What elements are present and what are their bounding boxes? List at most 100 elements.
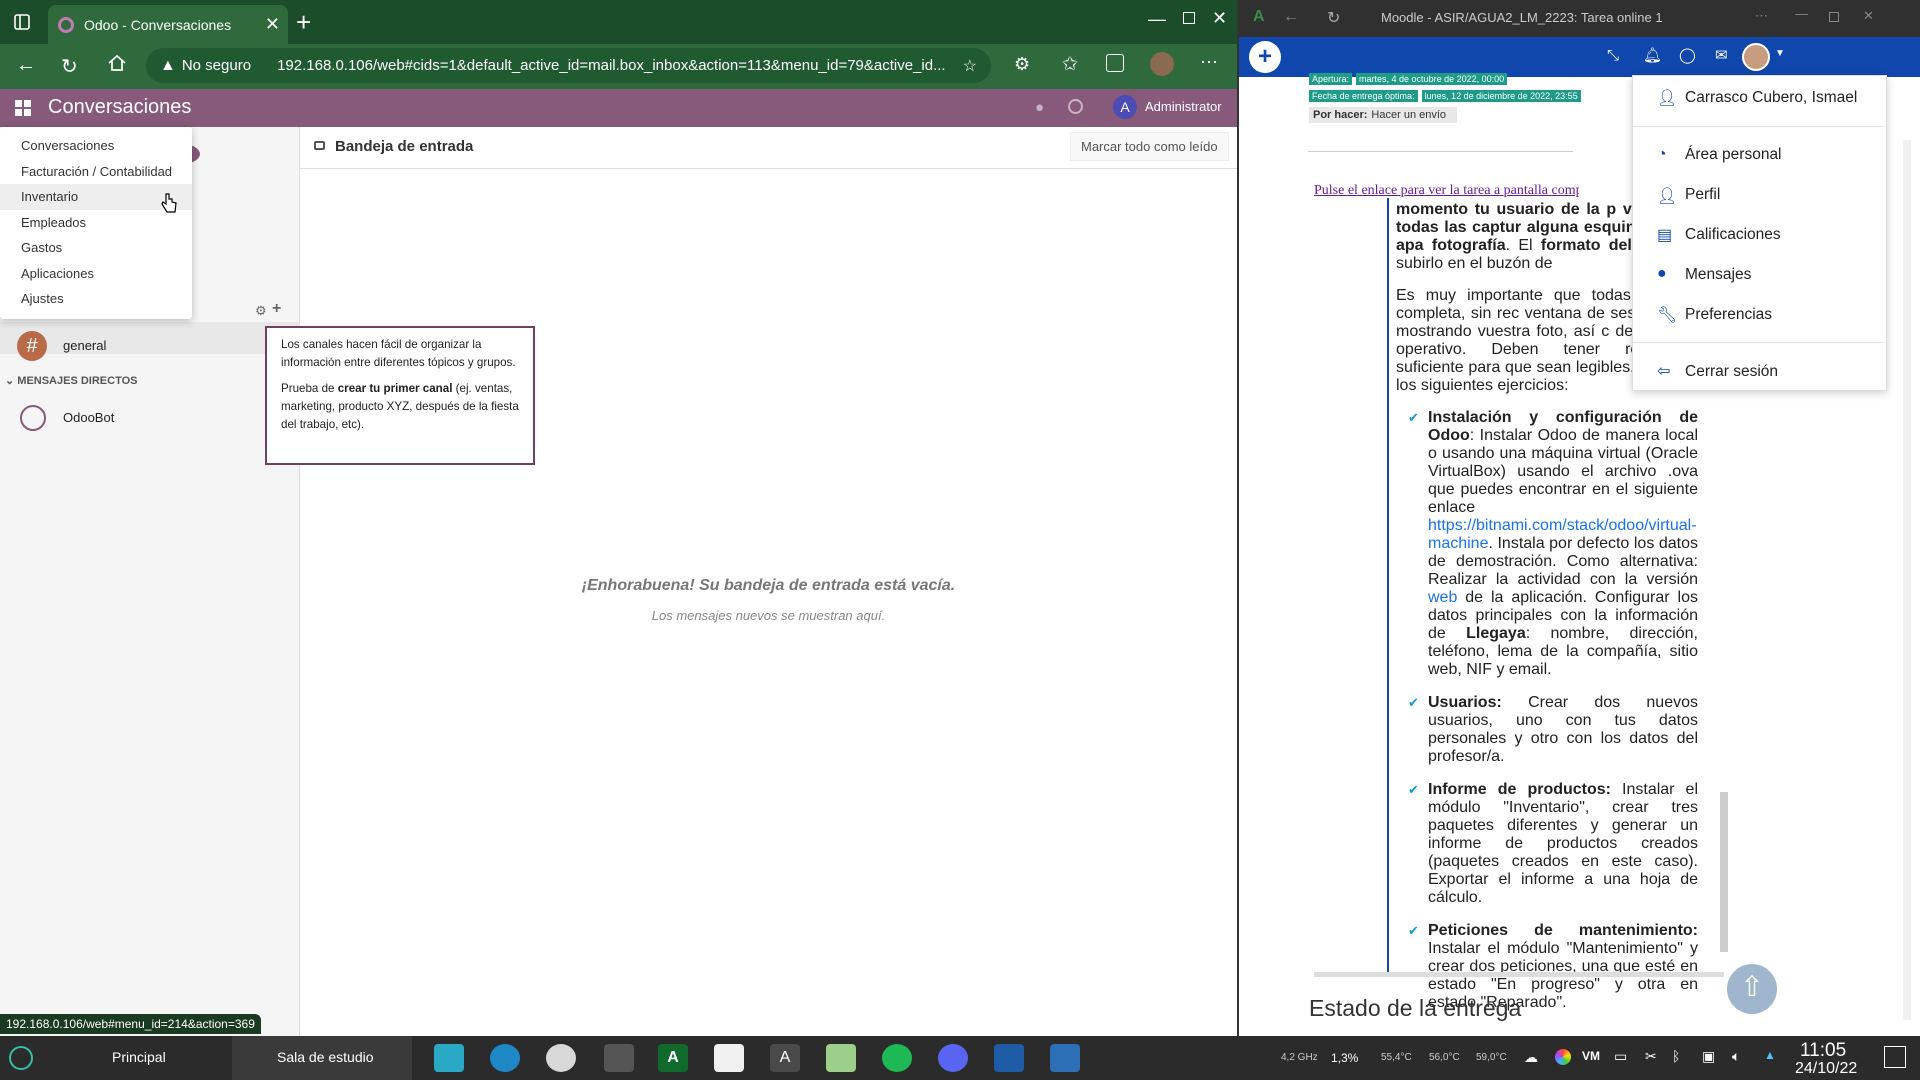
- activity-clock-icon[interactable]: [1068, 99, 1083, 114]
- vm-tray-icon[interactable]: VM: [1582, 1049, 1600, 1063]
- back-arrow-icon[interactable]: ←: [1283, 8, 1299, 26]
- clock-time[interactable]: 11:05: [1800, 1040, 1846, 1062]
- vmware-icon[interactable]: [546, 1044, 576, 1072]
- file-manager-icon[interactable]: [434, 1044, 464, 1072]
- page-scrollbar[interactable]: [1903, 140, 1911, 1020]
- terminal-icon[interactable]: ▭: [1614, 1048, 1627, 1065]
- virtualbox-icon[interactable]: [1050, 1044, 1080, 1072]
- spotify-icon[interactable]: [882, 1044, 912, 1072]
- favorites-icon[interactable]: ✩: [1062, 53, 1078, 76]
- menu-item-conversaciones[interactable]: Conversaciones: [0, 133, 192, 159]
- menu-item-facturacion[interactable]: Facturación / Contabilidad: [0, 159, 192, 185]
- user-avatar[interactable]: [1742, 43, 1770, 71]
- temperature-2: 56,0°C: [1429, 1052, 1460, 1063]
- add-channel-icon[interactable]: +: [272, 300, 281, 318]
- user-name[interactable]: Administrator: [1145, 99, 1222, 114]
- close-window-icon[interactable]: ✕: [1863, 8, 1874, 24]
- vscode-icon[interactable]: [994, 1044, 1024, 1072]
- mail-icon[interactable]: ✉: [1715, 46, 1728, 64]
- add-button[interactable]: +: [1249, 41, 1281, 73]
- active-tab[interactable]: Odoo - Conversaciones ✕: [48, 5, 288, 44]
- tools-icon[interactable]: ✂: [1645, 1048, 1657, 1065]
- chat-icon[interactable]: ●: [1035, 99, 1044, 116]
- opening-date: martes, 4 de octubre de 2022, 00:00: [1356, 73, 1508, 85]
- menu-cerrar-sesion[interactable]: Cerrar sesión: [1685, 363, 1778, 381]
- menu-preferencias[interactable]: Preferencias: [1685, 306, 1772, 324]
- clock-date[interactable]: 24/10/22: [1795, 1060, 1857, 1078]
- left-browser-window: Odoo - Conversaciones ✕ + — ✕ ← ↻ ▲ No s…: [0, 0, 1237, 1036]
- notifications-icon[interactable]: [1884, 1046, 1906, 1068]
- user-dropdown-menu: 👤︎ Carrasco Cubero, Ismael ◔ Área person…: [1632, 75, 1888, 391]
- new-tab-button[interactable]: +: [296, 7, 311, 38]
- bell-icon[interactable]: 🔔︎: [1643, 46, 1662, 64]
- tooltip-p2-pre: Prueba de: [281, 382, 338, 395]
- collections-icon[interactable]: [1106, 54, 1124, 72]
- image-viewer-icon[interactable]: [714, 1044, 744, 1072]
- user-full-name[interactable]: Carrasco Cubero, Ismael: [1685, 89, 1857, 107]
- horizontal-scrollbar[interactable]: [1314, 972, 1724, 977]
- profile-avatar[interactable]: [1150, 52, 1174, 76]
- reload-icon[interactable]: ↻: [1327, 8, 1340, 28]
- todo-label: Por hacer:: [1313, 109, 1368, 121]
- menu-item-ajustes[interactable]: Ajustes: [0, 286, 192, 312]
- collapse-icon[interactable]: ⤡: [1607, 47, 1619, 64]
- add-favorite-icon[interactable]: ☆: [963, 56, 977, 76]
- menu-calificaciones[interactable]: Calificaciones: [1685, 226, 1781, 244]
- content-left-border: [1387, 198, 1389, 973]
- cloud-icon[interactable]: ☁: [1524, 1049, 1538, 1066]
- item-bold: Informe de productos:: [1428, 781, 1611, 798]
- user-icon: 👤︎: [1657, 90, 1678, 107]
- url-field[interactable]: ▲ No seguro 192.168.0.106/web#cids=1&def…: [146, 48, 991, 83]
- network-icon[interactable]: ▣: [1702, 1048, 1715, 1065]
- direct-messages-label: MENSAJES DIRECTOS: [17, 375, 138, 387]
- menu-mensajes[interactable]: Mensajes: [1685, 266, 1751, 284]
- dates-block: Apertura: martes, 4 de octubre de 2022, 0…: [1309, 73, 1581, 123]
- menu-perfil[interactable]: Perfil: [1685, 186, 1720, 204]
- scrollbar[interactable]: [1720, 792, 1728, 952]
- volume-icon[interactable]: 🔈︎: [1732, 1048, 1740, 1065]
- maximize-icon[interactable]: [1183, 12, 1195, 24]
- odoobot-chat[interactable]: OdooBot: [63, 410, 114, 425]
- web-link[interactable]: web: [1428, 589, 1465, 606]
- fullscreen-link[interactable]: Pulse el enlace para ver la tarea a pant…: [1314, 183, 1579, 199]
- menu-item-aplicaciones[interactable]: Aplicaciones: [0, 261, 192, 287]
- andalucia-app-icon[interactable]: A: [658, 1044, 688, 1072]
- bluetooth-icon[interactable]: ᛒ: [1672, 1048, 1680, 1064]
- tray-expand-icon[interactable]: ▲: [1764, 1048, 1776, 1062]
- user-avatar[interactable]: A: [1113, 95, 1137, 119]
- menu-area-personal[interactable]: Área personal: [1685, 146, 1782, 164]
- notes-app-icon[interactable]: [604, 1044, 634, 1072]
- mark-all-read-button[interactable]: Marcar todo como leído: [1070, 132, 1229, 161]
- sidebar-toggle-icon[interactable]: [12, 12, 32, 32]
- item-bold2: Llegaya: [1466, 625, 1526, 642]
- menu-item-gastos[interactable]: Gastos: [0, 235, 192, 261]
- color-picker-icon[interactable]: [1555, 1049, 1571, 1065]
- temperature-1: 55,4°C: [1381, 1052, 1412, 1063]
- scroll-top-button[interactable]: ⇧: [1727, 964, 1777, 1014]
- more-menu-icon[interactable]: ⋯: [1755, 8, 1768, 24]
- extensions-icon[interactable]: ⚙: [1014, 54, 1030, 75]
- chat-bubble-icon[interactable]: ◯: [1679, 46, 1696, 64]
- back-arrow-icon[interactable]: ←: [16, 54, 36, 77]
- maximize-icon[interactable]: [1829, 12, 1839, 22]
- channel-general[interactable]: general: [63, 338, 106, 353]
- direct-messages-header[interactable]: ⌄ MENSAJES DIRECTOS: [5, 374, 138, 387]
- minimize-icon[interactable]: —: [1148, 9, 1166, 30]
- start-menu-icon[interactable]: [9, 1046, 33, 1070]
- minimize-icon[interactable]: —: [1795, 6, 1808, 21]
- close-window-icon[interactable]: ✕: [1212, 8, 1227, 29]
- discord-icon[interactable]: [938, 1044, 968, 1072]
- more-menu-icon[interactable]: ⋯: [1200, 52, 1218, 73]
- taskbar-sala-estudio[interactable]: Sala de estudio: [277, 1049, 374, 1065]
- close-tab-icon[interactable]: ✕: [265, 14, 280, 35]
- text-editor-icon[interactable]: A: [770, 1044, 800, 1072]
- apps-grid-icon[interactable]: [15, 100, 31, 116]
- home-icon[interactable]: [106, 52, 128, 74]
- inbox-panel: Bandeja de entrada Marcar todo como leíd…: [300, 127, 1237, 1036]
- reload-icon[interactable]: ↻: [61, 54, 78, 79]
- channel-settings-icon[interactable]: ⚙: [255, 303, 267, 319]
- caret-down-icon[interactable]: ▼: [1775, 48, 1785, 59]
- edge-browser-icon[interactable]: [490, 1044, 520, 1072]
- taskbar-principal[interactable]: Principal: [112, 1049, 166, 1065]
- spreadsheet-icon[interactable]: [826, 1044, 856, 1072]
